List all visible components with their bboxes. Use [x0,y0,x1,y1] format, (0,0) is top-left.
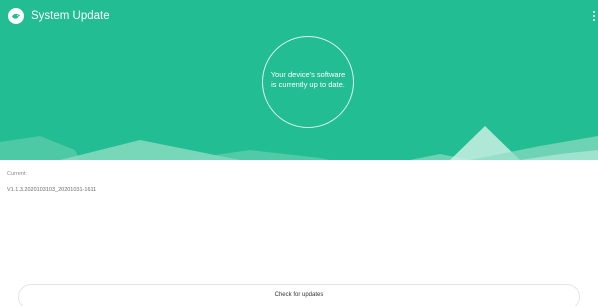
system-update-screen: Your device's software is currently up t… [0,0,598,306]
status-message: Your device's software is currently up t… [232,70,384,90]
app-logo-icon [8,8,24,24]
app-title: System Update [31,10,110,22]
current-version-value: V1.1.3.2020103103_20201031-1611 [7,187,97,193]
more-vertical-icon[interactable] [591,7,597,25]
version-info: Current: V1.1.3.2020103103_20201031-1611 [7,170,96,194]
current-version-label: Current: [7,171,27,177]
status-line-2: is currently up to date. [271,80,345,89]
app-bar: System Update [0,0,598,34]
status-line-1: Your device's software [270,70,346,79]
bird-icon [12,13,21,19]
check-for-updates-button[interactable]: Check for updates [18,284,580,306]
